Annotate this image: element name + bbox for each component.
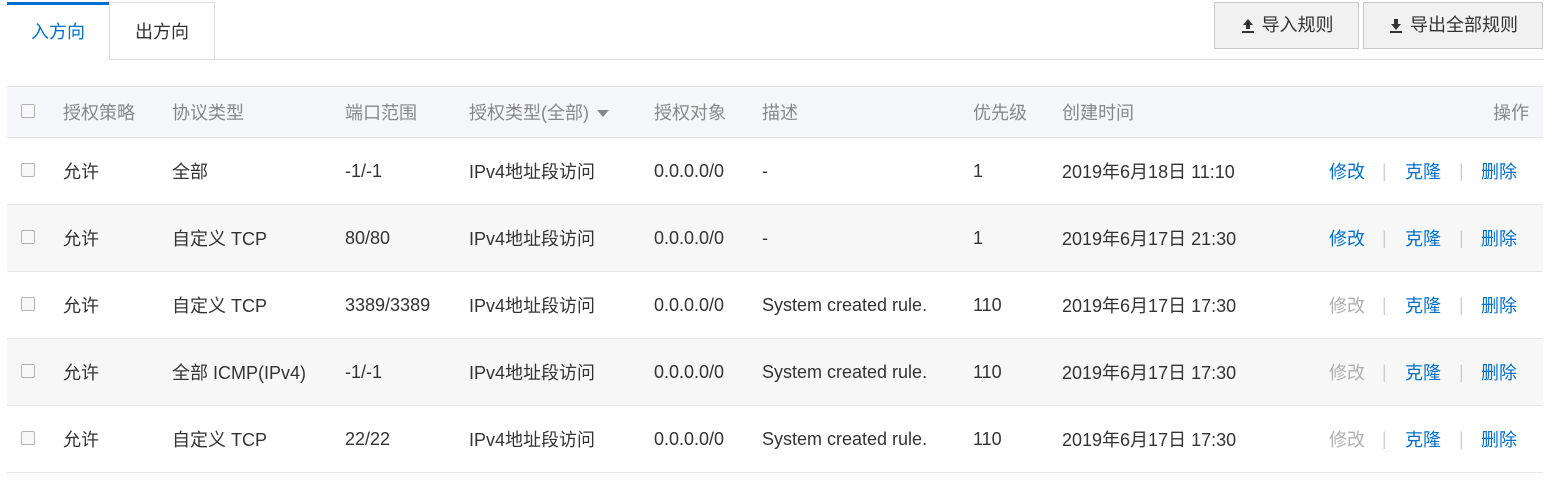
header-target: 授权对象 bbox=[654, 103, 726, 123]
edit-link[interactable]: 修改 bbox=[1329, 205, 1365, 271]
cell-created-time: 2019年6月17日 17:30 bbox=[1062, 296, 1237, 316]
op-separator: | bbox=[1382, 160, 1387, 181]
cell-port-range: -1/-1 bbox=[345, 361, 383, 382]
delete-link[interactable]: 删除 bbox=[1481, 205, 1517, 271]
header-operations: 操作 bbox=[1493, 103, 1529, 123]
caret-down-icon bbox=[597, 109, 609, 117]
tab-inbound[interactable]: 入方向 bbox=[7, 2, 109, 59]
cell-auth-target: 0.0.0.0/0 bbox=[654, 160, 725, 181]
tab-outbound[interactable]: 出方向 bbox=[109, 2, 215, 59]
table-row: 允许 自定义 TCP 80/80 IPv4地址段访问 0.0.0.0/0 - 1 2019年6… bbox=[7, 205, 1543, 272]
header-priority: 优先级 bbox=[973, 103, 1027, 123]
cell-policy: 允许 bbox=[63, 363, 99, 383]
cell-priority: 110 bbox=[973, 294, 1002, 315]
cell-auth-type: IPv4地址段访问 bbox=[469, 229, 596, 249]
export-all-rules-label: 导出全部规则 bbox=[1410, 15, 1518, 35]
clone-link[interactable]: 克隆 bbox=[1405, 205, 1441, 271]
cell-priority: 1 bbox=[973, 227, 984, 248]
cell-priority: 110 bbox=[973, 361, 1002, 382]
row-checkbox[interactable] bbox=[21, 230, 35, 244]
cell-protocol: 自定义 TCP bbox=[172, 430, 268, 450]
header-auth-type-label: 授权类型(全部) bbox=[469, 103, 589, 123]
op-separator: | bbox=[1382, 294, 1387, 315]
row-checkbox[interactable] bbox=[21, 163, 35, 177]
cell-auth-type: IPv4地址段访问 bbox=[469, 430, 596, 450]
cell-policy: 允许 bbox=[63, 162, 99, 182]
op-separator: | bbox=[1382, 227, 1387, 248]
edit-link[interactable]: 修改 bbox=[1329, 138, 1365, 204]
import-rules-label: 导入规则 bbox=[1261, 15, 1334, 35]
cell-auth-type: IPv4地址段访问 bbox=[469, 296, 596, 316]
cell-description: System created rule. bbox=[762, 361, 928, 382]
delete-link[interactable]: 删除 bbox=[1481, 138, 1517, 204]
import-rules-button[interactable]: 导入规则 bbox=[1214, 2, 1359, 49]
cell-port-range: 3389/3389 bbox=[345, 294, 431, 315]
cell-created-time: 2019年6月18日 11:10 bbox=[1062, 162, 1235, 182]
cell-protocol: 全部 ICMP(IPv4) bbox=[172, 363, 307, 383]
table-row: 允许 自定义 TCP 22/22 IPv4地址段访问 0.0.0.0/0 System c… bbox=[7, 406, 1543, 473]
header-auth-type-filter[interactable]: 授权类型(全部) bbox=[469, 87, 609, 137]
cell-auth-type: IPv4地址段访问 bbox=[469, 363, 596, 383]
clone-link[interactable]: 克隆 bbox=[1405, 272, 1441, 338]
export-all-rules-button[interactable]: 导出全部规则 bbox=[1363, 2, 1543, 49]
cell-description: - bbox=[762, 227, 768, 248]
cell-auth-target: 0.0.0.0/0 bbox=[654, 227, 725, 248]
cell-policy: 允许 bbox=[63, 296, 99, 316]
header-policy: 授权策略 bbox=[63, 103, 135, 123]
cell-auth-target: 0.0.0.0/0 bbox=[654, 428, 725, 449]
cell-policy: 允许 bbox=[63, 229, 99, 249]
table-header: 授权策略 协议类型 端口范围 授权类型(全部) 授权对象 描述 优先级 创建时间… bbox=[7, 86, 1543, 138]
cell-priority: 1 bbox=[973, 160, 984, 181]
table-row: 允许 全部 ICMP(IPv4) -1/-1 IPv4地址段访问 0.0.0.0/0 Sy… bbox=[7, 339, 1543, 406]
clone-link[interactable]: 克隆 bbox=[1405, 138, 1441, 204]
clone-link[interactable]: 克隆 bbox=[1405, 406, 1441, 472]
op-separator: | bbox=[1459, 361, 1464, 382]
cell-description: System created rule. bbox=[762, 294, 928, 315]
cell-policy: 允许 bbox=[63, 430, 99, 450]
delete-link[interactable]: 删除 bbox=[1481, 339, 1517, 405]
header-created-time: 创建时间 bbox=[1062, 103, 1134, 123]
cell-port-range: 22/22 bbox=[345, 428, 391, 449]
download-icon bbox=[1388, 18, 1404, 34]
cell-protocol: 自定义 TCP bbox=[172, 229, 268, 249]
cell-port-range: 80/80 bbox=[345, 227, 391, 248]
cell-protocol: 全部 bbox=[172, 162, 208, 182]
cell-auth-target: 0.0.0.0/0 bbox=[654, 361, 725, 382]
cell-created-time: 2019年6月17日 21:30 bbox=[1062, 229, 1237, 249]
header-protocol: 协议类型 bbox=[172, 103, 244, 123]
header-port: 端口范围 bbox=[345, 103, 417, 123]
op-separator: | bbox=[1459, 227, 1464, 248]
row-checkbox[interactable] bbox=[21, 364, 35, 378]
cell-auth-target: 0.0.0.0/0 bbox=[654, 294, 725, 315]
cell-priority: 110 bbox=[973, 428, 1002, 449]
op-separator: | bbox=[1459, 428, 1464, 449]
cell-description: System created rule. bbox=[762, 428, 928, 449]
select-all-checkbox[interactable] bbox=[21, 104, 35, 118]
op-separator: | bbox=[1459, 294, 1464, 315]
tab-divider bbox=[109, 59, 1544, 60]
upload-icon bbox=[1240, 18, 1256, 34]
cell-port-range: -1/-1 bbox=[345, 160, 383, 181]
op-separator: | bbox=[1382, 428, 1387, 449]
op-separator: | bbox=[1382, 361, 1387, 382]
header-description: 描述 bbox=[762, 103, 798, 123]
row-checkbox[interactable] bbox=[21, 297, 35, 311]
cell-created-time: 2019年6月17日 17:30 bbox=[1062, 363, 1237, 383]
clone-link[interactable]: 克隆 bbox=[1405, 339, 1441, 405]
delete-link[interactable]: 删除 bbox=[1481, 406, 1517, 472]
table-row: 允许 自定义 TCP 3389/3389 IPv4地址段访问 0.0.0.0/0 Syst… bbox=[7, 272, 1543, 339]
cell-created-time: 2019年6月17日 17:30 bbox=[1062, 430, 1237, 450]
delete-link[interactable]: 删除 bbox=[1481, 272, 1517, 338]
edit-link: 修改 bbox=[1329, 363, 1365, 383]
op-separator: | bbox=[1459, 160, 1464, 181]
table-row: 允许 全部 -1/-1 IPv4地址段访问 0.0.0.0/0 - 1 2019年6月18日 … bbox=[7, 138, 1543, 205]
edit-link: 修改 bbox=[1329, 430, 1365, 450]
cell-protocol: 自定义 TCP bbox=[172, 296, 268, 316]
cell-description: - bbox=[762, 160, 768, 181]
row-checkbox[interactable] bbox=[21, 431, 35, 445]
cell-auth-type: IPv4地址段访问 bbox=[469, 162, 596, 182]
edit-link: 修改 bbox=[1329, 296, 1365, 316]
